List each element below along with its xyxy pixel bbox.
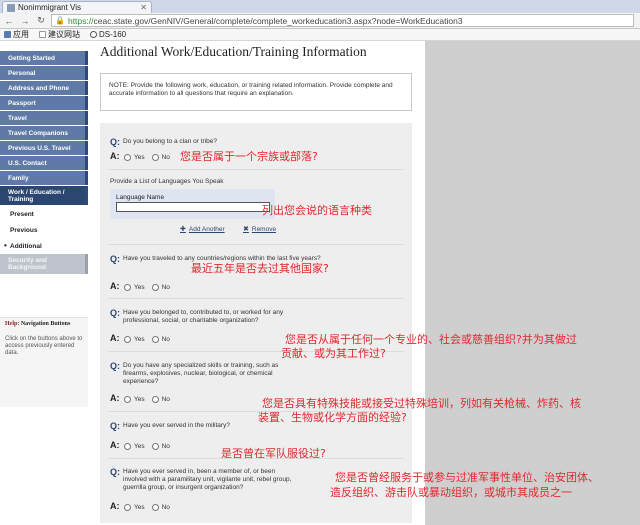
remove-link[interactable]: ✖ Remove: [243, 225, 276, 234]
annotation-travel: 最近五年是否去过其他国家?: [191, 262, 329, 275]
radio-paramilitary-no[interactable]: [151, 504, 159, 511]
sidebar-item-security: Security and Background: [0, 254, 88, 274]
a-label: A:: [110, 393, 120, 403]
q-label: Q:: [110, 137, 120, 147]
a-label: A:: [110, 281, 120, 291]
favicon-icon: [7, 3, 15, 12]
q-label: Q:: [110, 421, 120, 431]
annotation-skills-1: 您是否具有特殊技能或接受过特殊培训，列如有关枪械、炸药、核: [262, 397, 581, 410]
annotation-paramilitary-2: 造反组织、游击队或暴动组织，或城市其成员之一: [330, 486, 572, 499]
radio-clan-yes[interactable]: [124, 154, 131, 161]
add-another-link[interactable]: ✚ Add Another: [180, 225, 225, 234]
sidebar-item-work-education[interactable]: Work / Education / Training: [0, 186, 88, 205]
answer-clan: Yes No: [124, 154, 174, 161]
radio-clan-no[interactable]: [151, 154, 159, 161]
url-text: ceac.state.gov/GenNIV/General/complete/c…: [93, 15, 463, 26]
help-body: Click on the buttons above to access pre…: [5, 336, 83, 356]
apps-icon: [4, 31, 11, 38]
annotation-clan: 您是否属于一个宗族或部落?: [180, 150, 318, 163]
url-field[interactable]: 🔒 https://ceac.state.gov/GenNIV/General/…: [51, 14, 634, 27]
annotation-military: 是否曾在军队服役过?: [221, 447, 326, 460]
bookmark-apps[interactable]: 应用: [4, 29, 29, 40]
page-title: Additional Work/Education/Training Infor…: [100, 44, 367, 59]
radio-organization-yes[interactable]: [124, 336, 131, 343]
lock-icon: 🔒: [55, 16, 65, 25]
annotation-paramilitary-1: 您是否曾经服务于或参与过准军事性单位、治安团体、: [335, 471, 599, 484]
a-label: A:: [110, 440, 120, 450]
bookmarks-bar: 应用 建议网站 DS-160: [0, 29, 640, 41]
divider: [108, 244, 404, 245]
plus-icon: ✚: [180, 226, 186, 233]
q-label: Q:: [110, 254, 120, 264]
sidebar-item-travel-companions[interactable]: Travel Companions: [0, 126, 88, 140]
sidebar-item-family[interactable]: Family: [0, 171, 88, 185]
answer-paramilitary: Yes No: [124, 504, 174, 511]
sidebar-item-getting-started[interactable]: Getting Started: [0, 51, 88, 65]
language-name-label: Language Name: [116, 194, 165, 201]
sidebar: Getting Started Personal Address and Pho…: [0, 51, 88, 275]
url-scheme: https://: [67, 15, 94, 26]
question-skills: Do you have any specialized skills or tr…: [123, 362, 279, 385]
radio-paramilitary-yes[interactable]: [124, 504, 131, 511]
sidebar-item-travel[interactable]: Travel: [0, 111, 88, 125]
help-title: Help: Navigation Buttons: [5, 321, 71, 327]
close-tab-icon[interactable]: ✕: [140, 3, 151, 12]
divider: [108, 298, 404, 299]
help-box: Help: Navigation Buttons Click on the bu…: [0, 317, 88, 407]
languages-title: Provide a List of Languages You Speak: [110, 178, 224, 185]
page-icon: [39, 31, 46, 38]
globe-icon: [90, 31, 97, 38]
forward-icon[interactable]: →: [19, 15, 31, 27]
radio-travel-yes[interactable]: [124, 284, 131, 291]
annotation-organization-2: 贡献、或为其工作过?: [281, 347, 386, 360]
q-label: Q:: [110, 308, 120, 318]
a-label: A:: [110, 151, 120, 161]
tab-bar: Nonimmigrant Vis ✕: [0, 0, 640, 13]
radio-military-yes[interactable]: [124, 443, 131, 450]
radio-skills-yes[interactable]: [124, 396, 131, 403]
annotation-skills-2: 装置、生物或化学方面的经验?: [258, 411, 407, 424]
answer-travel: Yes No: [124, 284, 174, 291]
radio-skills-no[interactable]: [151, 396, 159, 403]
sidebar-item-us-contact[interactable]: U.S. Contact: [0, 156, 88, 170]
sidebar-item-personal[interactable]: Personal: [0, 66, 88, 80]
a-label: A:: [110, 333, 120, 343]
radio-organization-no[interactable]: [151, 336, 159, 343]
annotation-organization-1: 您是否从属于任何一个专业的、社会或慈善组织?并为其做过: [285, 333, 577, 346]
bookmark-suggested[interactable]: 建议网站: [39, 29, 80, 40]
sidebar-sub-additional[interactable]: Additional: [0, 238, 88, 254]
language-name-input[interactable]: [116, 202, 270, 212]
reload-icon[interactable]: ↻: [35, 15, 47, 27]
back-icon[interactable]: ←: [3, 15, 15, 27]
page-content: Getting Started Personal Address and Pho…: [0, 41, 425, 525]
sidebar-sub-previous[interactable]: Previous: [0, 222, 88, 238]
question-paramilitary: Have you ever served in, been a member o…: [123, 468, 292, 491]
question-clan: Do you belong to a clan or tribe?: [123, 138, 217, 145]
tab-title: Nonimmigrant Vis: [18, 3, 81, 12]
radio-military-no[interactable]: [151, 443, 159, 450]
bookmark-ds160[interactable]: DS-160: [90, 30, 126, 39]
sidebar-item-address[interactable]: Address and Phone: [0, 81, 88, 95]
answer-skills: Yes No: [124, 396, 174, 403]
a-label: A:: [110, 501, 120, 511]
q-label: Q:: [110, 361, 120, 371]
browser-tab[interactable]: Nonimmigrant Vis ✕: [2, 1, 152, 13]
gray-background: [425, 41, 640, 525]
answer-military: Yes No: [124, 443, 174, 450]
address-bar: ← → ↻ 🔒 https://ceac.state.gov/GenNIV/Ge…: [0, 13, 640, 29]
sidebar-item-previous-travel[interactable]: Previous U.S. Travel: [0, 141, 88, 155]
radio-travel-no[interactable]: [151, 284, 159, 291]
annotation-languages: 列出您会说的语言种类: [262, 204, 372, 217]
divider: [108, 169, 404, 170]
answer-organization: Yes No: [124, 336, 174, 343]
q-label: Q:: [110, 467, 120, 477]
minus-icon: ✖: [243, 226, 249, 233]
question-organization: Have you belonged to, contributed to, or…: [123, 309, 284, 324]
note-box: NOTE: Provide the following work, educat…: [100, 73, 412, 111]
sidebar-item-passport[interactable]: Passport: [0, 96, 88, 110]
sidebar-sub-present[interactable]: Present: [0, 206, 88, 222]
